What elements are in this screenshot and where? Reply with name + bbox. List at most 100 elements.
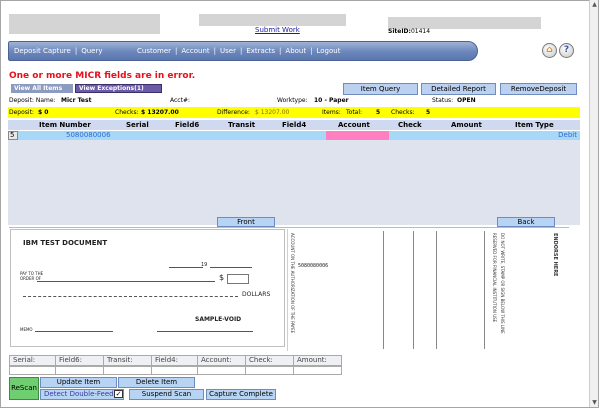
home-button[interactable]: ⌂ (542, 43, 557, 58)
nav-user[interactable]: User (220, 47, 236, 55)
checks-total-label: Checks: (115, 109, 139, 116)
deposit-info-row: Deposit: Name: Micr Test Acct#: Worktype… (9, 97, 579, 106)
amount-field[interactable] (293, 366, 342, 375)
view-exceptions-button[interactable]: View Exceptions(1) (75, 84, 162, 93)
row-item-type: Debit (558, 131, 577, 139)
difference-value: $ 13207.00 (255, 109, 290, 116)
nav-right: Customer | Account | User | Extracts | About | Log… (137, 47, 340, 55)
check-signature-line (157, 331, 253, 332)
back-do-not-write-text: DO NOT WRITE, STAMP OR SIGN BELOW THIS L… (500, 233, 505, 334)
deposit-name-label: Deposit: Name: (9, 97, 56, 104)
field-serial-label: Serial: (9, 355, 58, 366)
field4-field[interactable] (151, 366, 200, 375)
back-divider (484, 231, 485, 349)
remove-deposit-button[interactable]: RemoveDeposit (500, 83, 577, 95)
logo-center (199, 14, 346, 26)
difference-label: Difference: (217, 109, 250, 116)
scroll-down-icon[interactable]: ▼ (590, 398, 599, 407)
update-item-button[interactable]: Update Item (40, 377, 117, 388)
col-check[interactable]: Check (398, 121, 422, 129)
suspend-scan-button[interactable]: Suspend Scan (129, 389, 204, 400)
col-field4[interactable]: Field4 (282, 121, 306, 129)
nav-account[interactable]: Account (181, 47, 209, 55)
submit-work-link[interactable]: Submit Work (255, 26, 300, 34)
nav-separator: | (310, 47, 313, 55)
check-title: IBM TEST DOCUMENT (23, 239, 108, 247)
col-item-type[interactable]: Item Type (515, 121, 554, 129)
check-date-line (169, 267, 203, 268)
detect-double-feed-checkbox[interactable]: ✓ (114, 390, 123, 398)
checks-count-label: Checks: (391, 109, 415, 116)
check-date-line (210, 267, 252, 268)
acct-label: Acct#: (170, 97, 190, 104)
nav-separator: | (74, 47, 78, 55)
deposit-total-label: Deposit: (9, 109, 34, 116)
account-field[interactable] (197, 366, 246, 375)
col-amount[interactable]: Amount (451, 121, 482, 129)
back-divider (436, 231, 437, 349)
home-icon: ⌂ (546, 45, 553, 55)
nav-extracts[interactable]: Extracts (246, 47, 275, 55)
view-all-items-button[interactable]: View All Items (11, 84, 73, 93)
help-button[interactable]: ? (559, 43, 574, 58)
status-value: OPEN (457, 97, 476, 104)
nav-separator: | (279, 47, 282, 55)
detailed-report-button[interactable]: Detailed Report (421, 83, 496, 95)
status-label: Status: (432, 97, 454, 104)
check-back-image: ACCOUNT ON THE AUTHORIZATION OF THE PAYE… (287, 229, 568, 351)
totals-row: Deposit: $ 0 Checks: $ 13207.00 Differen… (8, 107, 580, 118)
rescan-button[interactable]: ReScan (9, 377, 39, 400)
col-transit[interactable]: Transit (228, 121, 255, 129)
nav-about[interactable]: About (285, 47, 306, 55)
item-query-button[interactable]: Item Query (343, 83, 418, 95)
vertical-scrollbar[interactable]: ▲ ▼ (589, 0, 598, 407)
row-account-error (326, 131, 389, 140)
field-account-label: Account: (197, 355, 246, 366)
checks-count-value: 5 (426, 109, 431, 116)
site-id-value: 01414 (410, 28, 431, 35)
field-transit-label: Transit: (103, 355, 152, 366)
check-written-line (23, 296, 238, 297)
col-serial[interactable]: Serial (126, 121, 149, 129)
nav-deposit-capture[interactable]: Deposit Capture (14, 47, 71, 55)
capture-complete-button[interactable]: Capture Complete (206, 389, 276, 400)
nav-logout[interactable]: Logout (316, 47, 340, 55)
nav-left: Deposit Capture | Query (14, 47, 102, 55)
row-item-number: 5080080006 (66, 131, 111, 139)
field-check-label: Check: (245, 355, 294, 366)
check-front-image: IBM TEST DOCUMENT 19 PAY TO THE ORDER OF… (10, 229, 285, 347)
detect-double-feed: Detect Double-Feed (40, 389, 124, 400)
back-image-tab[interactable]: Back (497, 217, 555, 227)
nav-query[interactable]: Query (81, 47, 102, 55)
logo-left (9, 14, 160, 34)
site-id-label: SiteID: (388, 28, 411, 35)
check-memo: MEMO (20, 327, 33, 332)
col-item-number[interactable]: Item Number (39, 121, 91, 129)
check-amount-box (227, 274, 249, 284)
field-field6-label: Field6: (55, 355, 104, 366)
serial-field[interactable] (9, 366, 58, 375)
transit-field[interactable] (103, 366, 152, 375)
col-account[interactable]: Account (338, 121, 370, 129)
back-endorse-text: ENDORSE HERE (552, 233, 558, 277)
field-amount-label: Amount: (293, 355, 342, 366)
col-field6[interactable]: Field6 (175, 121, 199, 129)
front-image-tab[interactable]: Front (217, 217, 275, 227)
check-memo-line (35, 331, 113, 332)
nav-customer[interactable]: Customer (137, 47, 171, 55)
check-sample-void: SAMPLE-VOID (195, 316, 242, 323)
check-dollars: DOLLARS (242, 291, 271, 298)
items-label: Items: (322, 109, 341, 116)
table-row[interactable]: 5 5080080006 Debit (8, 131, 580, 140)
back-auth-text: ACCOUNT ON THE AUTHORIZATION OF THE PAYE… (290, 233, 295, 334)
field-field4-label: Field4: (151, 355, 200, 366)
nav-separator: | (239, 47, 243, 55)
check-field[interactable] (245, 366, 294, 375)
deposit-total-value: $ 0 (38, 109, 49, 116)
back-divider (413, 231, 414, 349)
checks-total-value: $ 13207.00 (141, 109, 179, 116)
scroll-up-icon[interactable]: ▲ (590, 0, 599, 9)
delete-item-button[interactable]: Delete Item (118, 377, 195, 388)
field6-field[interactable] (55, 366, 104, 375)
row-number: 5 (8, 131, 18, 140)
